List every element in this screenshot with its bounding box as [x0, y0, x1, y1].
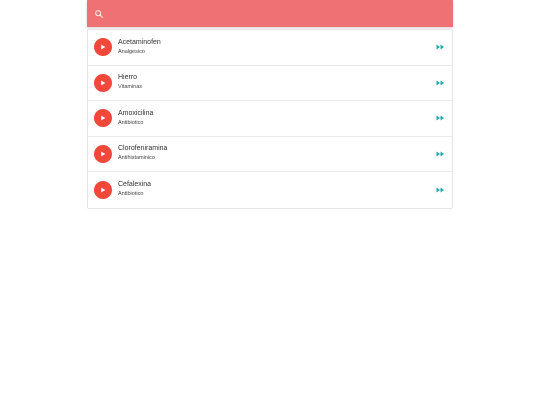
play-icon[interactable]: [94, 109, 112, 128]
list-item[interactable]: Acetaminofen Analgesico: [88, 30, 452, 66]
item-name: Amoxicilina: [118, 109, 154, 117]
fast-forward-icon[interactable]: [435, 186, 445, 194]
list-item[interactable]: Cefalexina Antibiotico: [88, 172, 452, 208]
item-text: Amoxicilina Antibiotico: [118, 109, 153, 128]
item-category: Antibiotico: [118, 119, 144, 126]
play-icon[interactable]: [94, 180, 112, 199]
item-text: Cefalexina Antibiotico: [118, 180, 151, 199]
fast-forward-icon[interactable]: [435, 150, 445, 158]
list-item[interactable]: Hierro Vitaminas: [88, 66, 452, 101]
search-bar: [87, 0, 453, 27]
item-name: Cefalexina: [118, 181, 152, 189]
list-item[interactable]: Clorofeniramina Antihistaminico: [88, 137, 452, 172]
item-category: Antihistaminico: [118, 155, 155, 162]
item-category: Antibiotico: [118, 191, 144, 198]
item-text: Clorofeniramina Antihistaminico: [118, 144, 167, 163]
item-text: Acetaminofen Analgesico: [118, 38, 161, 57]
item-name: Clorofeniramina: [118, 145, 168, 153]
list-item[interactable]: Amoxicilina Antibiotico: [88, 101, 452, 137]
play-icon[interactable]: [94, 73, 112, 92]
fast-forward-icon[interactable]: [435, 43, 445, 51]
fast-forward-icon[interactable]: [435, 114, 445, 122]
app-container: Acetaminofen Analgesico Hierro Vitaminas: [87, 0, 453, 209]
medicine-list: Acetaminofen Analgesico Hierro Vitaminas: [87, 29, 453, 209]
item-name: Acetaminofen: [118, 38, 161, 46]
item-category: Analgesico: [118, 48, 145, 55]
item-text: Hierro Vitaminas: [118, 73, 142, 92]
play-icon[interactable]: [94, 38, 112, 57]
play-icon[interactable]: [94, 144, 112, 163]
item-category: Vitaminas: [118, 84, 143, 91]
item-name: Hierro: [118, 74, 138, 82]
search-icon[interactable]: [94, 9, 104, 19]
fast-forward-icon[interactable]: [435, 79, 445, 87]
search-input[interactable]: [104, 0, 453, 27]
